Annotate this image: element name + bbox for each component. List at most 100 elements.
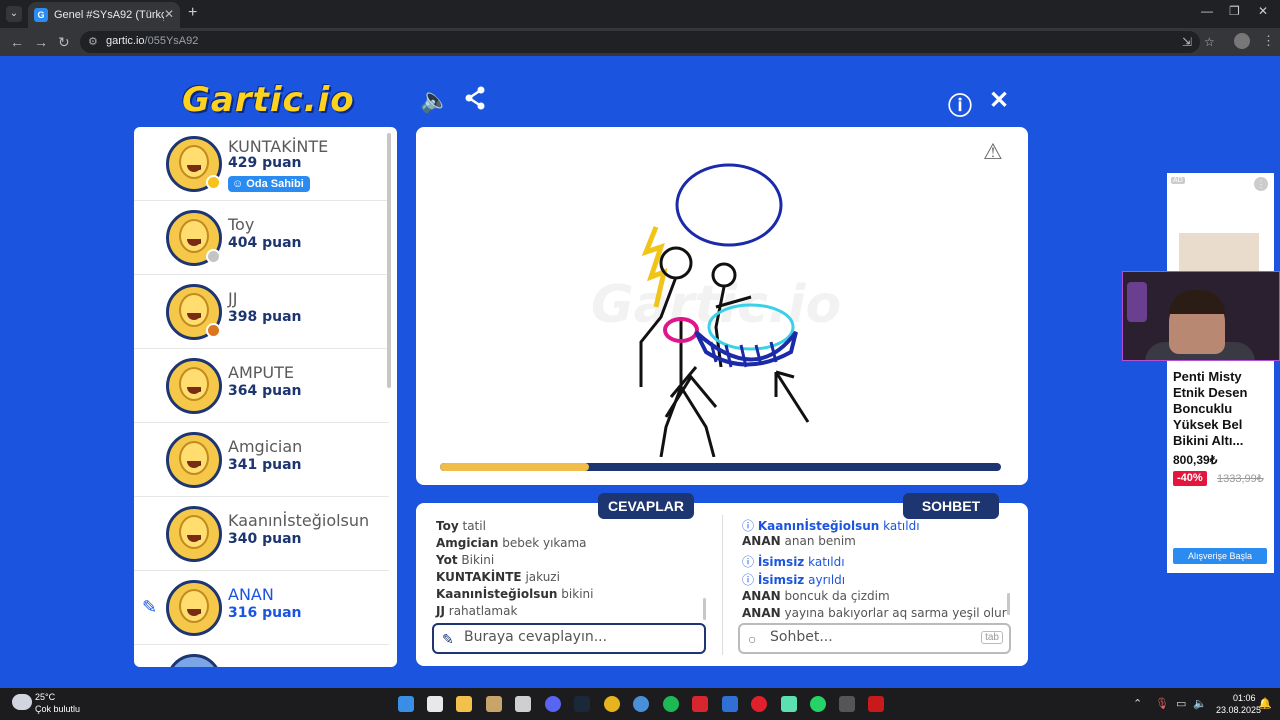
- answer-input-box[interactable]: ✎: [432, 623, 706, 654]
- player-score: 316 puan: [228, 605, 302, 621]
- forward-icon[interactable]: →: [34, 34, 48, 50]
- minimize-icon[interactable]: —: [1201, 4, 1213, 18]
- chat-message: ANAN boncuk da çizdim: [742, 589, 890, 603]
- player-list-scrollbar[interactable]: [387, 133, 391, 388]
- ad-product-image[interactable]: [1179, 233, 1259, 273]
- reload-icon[interactable]: ↻: [58, 34, 70, 51]
- profile-avatar-icon[interactable]: [1234, 33, 1250, 49]
- share-icon[interactable]: [464, 86, 486, 117]
- mic-icon[interactable]: 🎙: [1155, 697, 1169, 710]
- answer-message: JJ rahatlamak: [436, 604, 518, 618]
- clock-date[interactable]: 23.08.2025: [1216, 705, 1261, 715]
- browser-menu-icon[interactable]: ⋮: [1262, 33, 1275, 49]
- drawing-canvas[interactable]: Gartic.io ⚠: [416, 127, 1028, 485]
- cloud-icon[interactable]: [12, 694, 32, 710]
- answer-message: Toy tatil: [436, 519, 486, 533]
- chat-tab[interactable]: SOHBET: [903, 493, 999, 519]
- player-name: ANAN: [228, 585, 274, 604]
- app-icon-6[interactable]: [839, 696, 855, 712]
- notepad-icon[interactable]: [515, 696, 531, 712]
- chat-input[interactable]: [770, 629, 990, 645]
- network-icon[interactable]: ▭: [1176, 697, 1186, 710]
- info-icon[interactable]: ⓘ: [948, 86, 972, 121]
- ad-title[interactable]: Penti Misty Etnik Desen Boncuklu Yüksek …: [1173, 369, 1273, 449]
- player-avatar: [166, 432, 222, 488]
- tab-title: Genel #SYsA92 (Türkçe) - Gartic: [54, 9, 164, 21]
- site-info-icon[interactable]: ⚙: [88, 35, 98, 48]
- answer-input[interactable]: [464, 629, 684, 645]
- app-icon-3[interactable]: [692, 696, 708, 712]
- chat-scrollbar[interactable]: [1007, 593, 1010, 615]
- room-owner-badge: ☺ Oda Sahibi: [228, 176, 310, 192]
- player-score: 340 puan: [228, 531, 302, 547]
- search-chat-icon: ○: [748, 631, 757, 647]
- store-icon[interactable]: [427, 696, 443, 712]
- answers-scrollbar[interactable]: [703, 598, 706, 620]
- app-icon-7[interactable]: [868, 696, 884, 712]
- advertisement[interactable]: AD ⋮ Penti Misty Etnik Desen Boncuklu Yü…: [1167, 173, 1274, 573]
- windows-start-icon[interactable]: [398, 696, 414, 712]
- ad-discount-badge: -40%: [1173, 471, 1207, 486]
- player-name: AMPUTE: [228, 363, 294, 382]
- drawing-sketch: Gartic.io: [591, 163, 841, 458]
- sound-icon[interactable]: 🔈: [420, 86, 450, 115]
- bookmark-star-icon[interactable]: ☆: [1204, 35, 1215, 49]
- spotify-icon[interactable]: [663, 696, 679, 712]
- weather-temp[interactable]: 25°C: [35, 692, 55, 702]
- maximize-icon[interactable]: ❐: [1229, 4, 1240, 18]
- chat-input-box[interactable]: ○ tab: [738, 623, 1011, 654]
- ad-shop-button[interactable]: Alışverişe Başla: [1173, 548, 1267, 564]
- opera-icon[interactable]: [751, 696, 767, 712]
- player-row[interactable]: KUNTAKİNTE 429 puan ☺ Oda Sahibi: [134, 127, 389, 201]
- player-row-drawing[interactable]: ✎ ANAN 316 puan: [134, 571, 389, 645]
- player-row[interactable]: Amgician 341 puan: [134, 423, 389, 497]
- steam-icon[interactable]: [574, 696, 590, 712]
- pencil-icon: ✎: [442, 631, 454, 647]
- game-page: Gartic.io 🔈 ⓘ ✕ KUNTAKİNTE 429 puan ☺ Od…: [0, 56, 1280, 688]
- silver-medal-icon: [206, 249, 221, 264]
- player-avatar: [166, 506, 222, 562]
- player-name: Kaanınİsteğiolsun: [228, 511, 370, 530]
- chrome-icon[interactable]: [604, 696, 620, 712]
- player-row[interactable]: Toy 404 puan: [134, 201, 389, 275]
- app-icon[interactable]: [486, 696, 502, 712]
- app-icon-5[interactable]: [781, 696, 797, 712]
- answers-tab[interactable]: CEVAPLAR: [598, 493, 694, 519]
- file-explorer-icon[interactable]: [456, 696, 472, 712]
- ad-info-icon[interactable]: ⋮: [1254, 177, 1268, 191]
- windows-taskbar: 25°C Çok bulutlu ⌃ 🎙 ▭ 🔈 01:06 23.08.202…: [0, 688, 1280, 720]
- drawing-pencil-icon: ✎: [142, 597, 158, 617]
- clock-time[interactable]: 01:06: [1233, 693, 1256, 703]
- tray-expand-icon[interactable]: ⌃: [1133, 697, 1142, 710]
- chat-message: ANAN anan benim: [742, 534, 856, 548]
- notification-icon[interactable]: 🔔: [1258, 697, 1272, 710]
- app-icon-4[interactable]: [722, 696, 738, 712]
- answer-message: Yot Bikini: [436, 553, 495, 567]
- close-game-icon[interactable]: ✕: [989, 86, 1009, 115]
- player-avatar: [166, 654, 222, 667]
- volume-icon[interactable]: 🔈: [1193, 697, 1207, 710]
- discord-icon[interactable]: [545, 696, 561, 712]
- report-warning-icon[interactable]: ⚠: [983, 139, 1003, 165]
- window-close-icon[interactable]: ✕: [1258, 4, 1268, 18]
- back-icon[interactable]: ←: [10, 34, 24, 50]
- url-field[interactable]: ⚙ gartic.io/055YsA92 ⇲ ☆: [80, 31, 1215, 53]
- answer-message: KUNTAKİNTE jakuzi: [436, 570, 560, 584]
- player-row-partial[interactable]: [134, 645, 389, 667]
- install-app-icon[interactable]: ⇲: [1182, 35, 1192, 49]
- player-row[interactable]: Kaanınİsteğiolsun 340 puan: [134, 497, 389, 571]
- address-bar: ← → ↻ ⚙ gartic.io/055YsA92 ⇲ ☆ ⋮: [0, 28, 1280, 56]
- player-row[interactable]: JJ 398 puan: [134, 275, 389, 349]
- weather-desc[interactable]: Çok bulutlu: [35, 704, 80, 714]
- tab-close-icon[interactable]: ✕: [164, 7, 174, 21]
- new-tab-button[interactable]: +: [188, 4, 197, 22]
- browser-tab[interactable]: G Genel #SYsA92 (Türkçe) - Gartic ✕: [28, 2, 180, 28]
- gartic-logo[interactable]: Gartic.io: [182, 80, 355, 120]
- player-list: KUNTAKİNTE 429 puan ☺ Oda Sahibi Toy 404…: [134, 127, 397, 667]
- webcam-person-hair: [1169, 290, 1225, 314]
- ad-price: 800,39₺: [1173, 453, 1218, 467]
- tab-search-button[interactable]: ⌄: [6, 6, 22, 22]
- player-row[interactable]: AMPUTE 364 puan: [134, 349, 389, 423]
- whatsapp-icon[interactable]: [810, 696, 826, 712]
- app-icon-2[interactable]: [633, 696, 649, 712]
